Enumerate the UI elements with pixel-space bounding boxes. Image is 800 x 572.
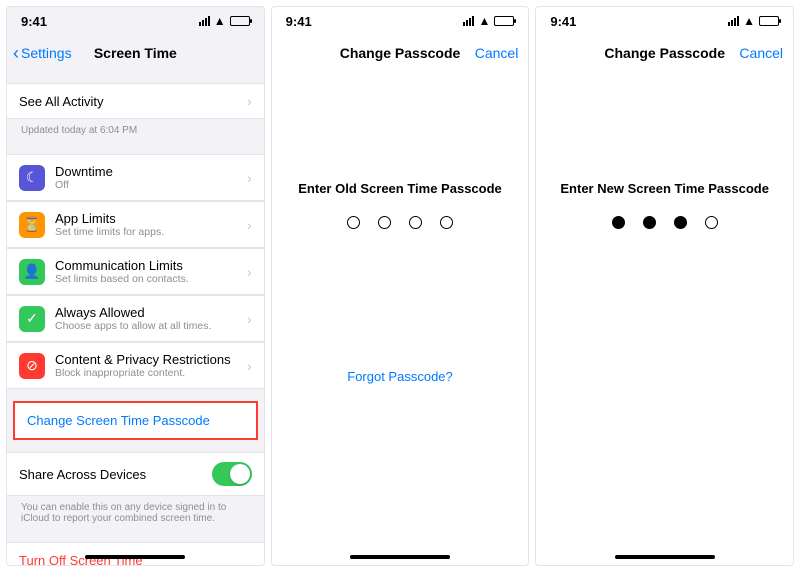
chevron-right-icon: ›	[247, 264, 252, 280]
row-label: Downtime	[55, 164, 237, 179]
row-sub: Set time limits for apps.	[55, 226, 237, 238]
nav-bar: ‹ Settings Screen Time	[7, 35, 264, 71]
status-bar: 9:41 ▲	[536, 7, 793, 35]
status-icons: ▲	[199, 14, 250, 28]
limits-group: ☾ DowntimeOff › ⏳ App LimitsSet time lim…	[7, 154, 264, 389]
status-time: 9:41	[21, 14, 47, 29]
chevron-right-icon: ›	[247, 93, 252, 109]
chevron-right-icon: ›	[247, 358, 252, 374]
chevron-right-icon: ›	[247, 311, 252, 327]
chevron-right-icon: ›	[247, 170, 252, 186]
share-devices-row: Share Across Devices	[7, 452, 264, 496]
dot	[347, 216, 360, 229]
status-bar: 9:41 ▲	[272, 7, 529, 35]
dot	[378, 216, 391, 229]
turnoff-group: Turn Off Screen Time	[7, 542, 264, 565]
content: Enter Old Screen Time Passcode Forgot Pa…	[272, 71, 529, 565]
wifi-icon: ▲	[743, 14, 755, 28]
status-time: 9:41	[550, 14, 576, 29]
moon-icon: ☾	[19, 165, 45, 191]
forgot-passcode-link[interactable]: Forgot Passcode?	[272, 369, 529, 384]
row-label: Always Allowed	[55, 305, 237, 320]
passcode-dots[interactable]	[536, 216, 793, 229]
back-label: Settings	[21, 45, 72, 61]
chevron-right-icon: ›	[247, 217, 252, 233]
hourglass-icon: ⏳	[19, 212, 45, 238]
row-label: See All Activity	[19, 94, 237, 109]
communication-limits-row[interactable]: 👤 Communication LimitsSet limits based o…	[7, 248, 264, 295]
wifi-icon: ▲	[478, 14, 490, 28]
content: Enter New Screen Time Passcode	[536, 71, 793, 565]
screen-enter-old: 9:41 ▲ Change Passcode Cancel Enter Old …	[271, 6, 530, 566]
nav-bar: Change Passcode Cancel	[272, 35, 529, 71]
share-group: Share Across Devices You can enable this…	[7, 452, 264, 530]
change-passcode-button[interactable]: Change Screen Time Passcode	[15, 403, 256, 438]
screen-settings: 9:41 ▲ ‹ Settings Screen Time See All Ac…	[6, 6, 265, 566]
home-indicator[interactable]	[350, 555, 450, 559]
cancel-button[interactable]: Cancel	[739, 45, 783, 61]
toggle-knob	[230, 464, 250, 484]
row-label: Content & Privacy Restrictions	[55, 352, 237, 367]
downtime-row[interactable]: ☾ DowntimeOff ›	[7, 154, 264, 201]
dot	[674, 216, 687, 229]
no-entry-icon: ⊘	[19, 353, 45, 379]
battery-icon	[230, 16, 250, 26]
content-privacy-row[interactable]: ⊘ Content & Privacy RestrictionsBlock in…	[7, 342, 264, 389]
see-all-activity-row[interactable]: See All Activity ›	[7, 83, 264, 119]
check-icon: ✓	[19, 306, 45, 332]
turn-off-button[interactable]: Turn Off Screen Time	[7, 542, 264, 565]
row-label: App Limits	[55, 211, 237, 226]
signal-icon	[199, 16, 210, 26]
row-sub: Set limits based on contacts.	[55, 273, 237, 285]
page-title: Change Passcode	[604, 45, 725, 61]
dot	[440, 216, 453, 229]
row-sub: Off	[55, 179, 237, 191]
passcode-prompt: Enter New Screen Time Passcode	[536, 181, 793, 196]
status-time: 9:41	[286, 14, 312, 29]
screen-enter-new: 9:41 ▲ Change Passcode Cancel Enter New …	[535, 6, 794, 566]
chevron-left-icon: ‹	[13, 43, 19, 64]
dot	[612, 216, 625, 229]
dot	[409, 216, 422, 229]
always-allowed-row[interactable]: ✓ Always AllowedChoose apps to allow at …	[7, 295, 264, 342]
share-toggle[interactable]	[212, 462, 252, 486]
row-sub: Block inappropriate content.	[55, 367, 237, 379]
dot	[643, 216, 656, 229]
passcode-prompt: Enter Old Screen Time Passcode	[272, 181, 529, 196]
back-button[interactable]: ‹ Settings	[13, 43, 72, 64]
activity-footer: Updated today at 6:04 PM	[7, 119, 264, 142]
battery-icon	[759, 16, 779, 26]
activity-group: See All Activity › Updated today at 6:04…	[7, 83, 264, 142]
row-label: Share Across Devices	[19, 467, 202, 482]
signal-icon	[463, 16, 474, 26]
cancel-button[interactable]: Cancel	[475, 45, 519, 61]
page-title: Change Passcode	[340, 45, 461, 61]
status-icons: ▲	[728, 14, 779, 28]
page-title: Screen Time	[94, 45, 177, 61]
row-label: Communication Limits	[55, 258, 237, 273]
nav-bar: Change Passcode Cancel	[536, 35, 793, 71]
app-limits-row[interactable]: ⏳ App LimitsSet time limits for apps. ›	[7, 201, 264, 248]
row-sub: Choose apps to allow at all times.	[55, 320, 237, 332]
status-icons: ▲	[463, 14, 514, 28]
share-footer: You can enable this on any device signed…	[7, 496, 264, 530]
signal-icon	[728, 16, 739, 26]
battery-icon	[494, 16, 514, 26]
person-icon: 👤	[19, 259, 45, 285]
passcode-dots[interactable]	[272, 216, 529, 229]
highlight-box: Change Screen Time Passcode	[13, 401, 258, 440]
home-indicator[interactable]	[615, 555, 715, 559]
status-bar: 9:41 ▲	[7, 7, 264, 35]
dot	[705, 216, 718, 229]
wifi-icon: ▲	[214, 14, 226, 28]
content: See All Activity › Updated today at 6:04…	[7, 71, 264, 565]
home-indicator[interactable]	[85, 555, 185, 559]
